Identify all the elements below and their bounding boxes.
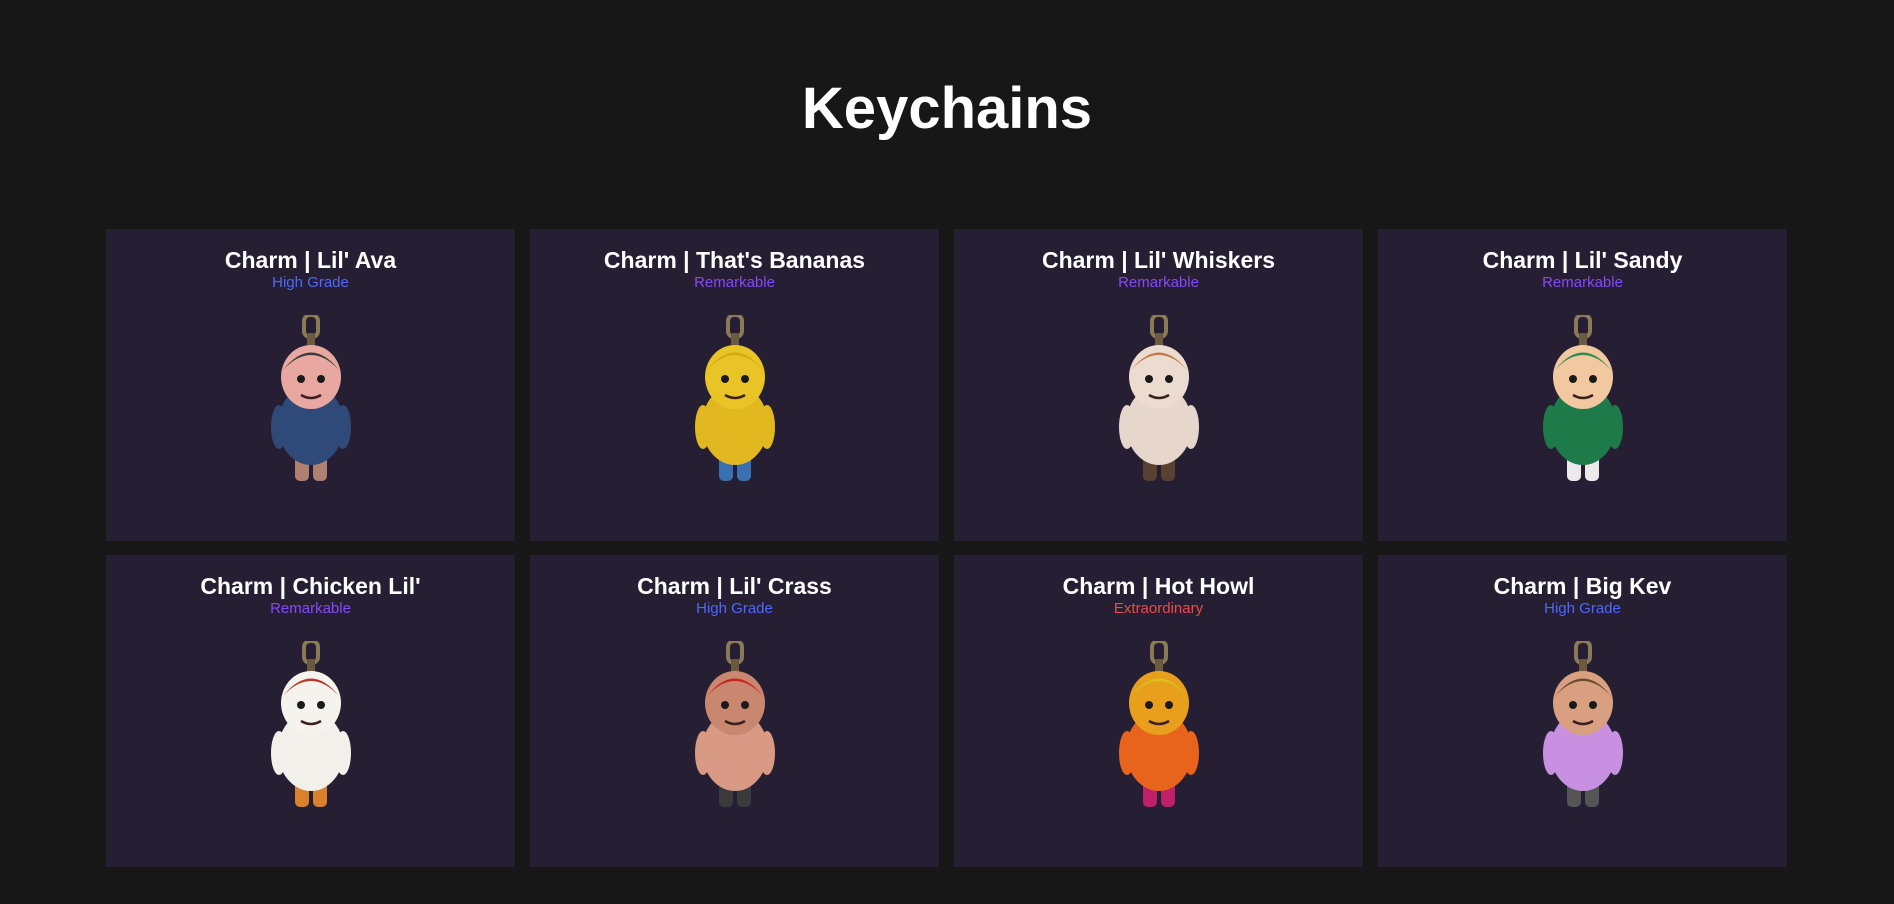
big-kev-charm-icon (1542, 641, 1623, 807)
keychain-rarity: Remarkable (1542, 274, 1623, 291)
keychain-grid: Charm | Lil' Ava High Grade Charm | That's… (106, 229, 1788, 867)
keychain-rarity: High Grade (1544, 600, 1621, 617)
lil-sandy-charm-icon (1542, 315, 1623, 481)
keychain-rarity: Remarkable (694, 274, 775, 291)
keychain-name: Charm | Big Kev (1493, 573, 1672, 599)
chicken-lil-charm-icon (270, 641, 351, 807)
keychain-card[interactable]: Charm | Hot Howl Extraordinary (954, 555, 1363, 867)
hot-howl-charm-icon (1118, 641, 1199, 807)
thats-bananas-charm-icon (694, 315, 775, 481)
keychain-name: Charm | Lil' Crass (637, 573, 832, 599)
keychain-rarity: Remarkable (270, 600, 351, 617)
keychain-card[interactable]: Charm | Lil' Whiskers Remarkable (954, 229, 1363, 541)
keychain-rarity: High Grade (696, 600, 773, 617)
keychain-card[interactable]: Charm | Big Kev High Grade (1378, 555, 1787, 867)
keychain-card[interactable]: Charm | Chicken Lil' Remarkable (106, 555, 515, 867)
keychain-card[interactable]: Charm | Lil' Crass High Grade (530, 555, 939, 867)
keychain-name: Charm | Lil' Whiskers (1041, 247, 1276, 273)
keychain-card[interactable]: Charm | That's Bananas Remarkable (530, 229, 939, 541)
keychain-card[interactable]: Charm | Lil' Sandy Remarkable (1378, 229, 1787, 541)
lil-crass-charm-icon (694, 641, 775, 807)
page-title: Keychains (801, 76, 1093, 141)
keychain-card[interactable]: Charm | Lil' Ava High Grade (106, 229, 515, 541)
lil-whiskers-charm-icon (1118, 315, 1199, 481)
keychain-rarity: High Grade (272, 274, 349, 291)
lil-ava-charm-icon (270, 315, 351, 481)
keychain-name: Charm | Chicken Lil' (200, 573, 421, 599)
keychain-name: Charm | That's Bananas (603, 247, 866, 273)
keychain-rarity: Extraordinary (1113, 600, 1204, 617)
keychain-rarity: Remarkable (1118, 274, 1199, 291)
keychain-name: Charm | Lil' Ava (224, 247, 397, 273)
keychain-name: Charm | Hot Howl (1062, 573, 1255, 599)
keychain-name: Charm | Lil' Sandy (1482, 247, 1683, 273)
